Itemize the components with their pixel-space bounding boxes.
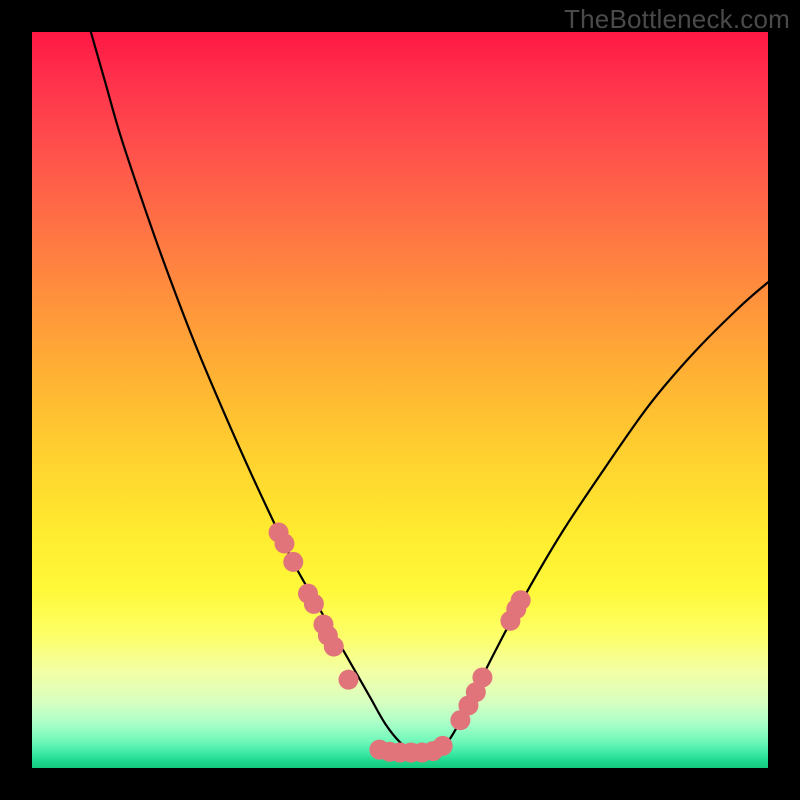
chart-frame: TheBottleneck.com <box>0 0 800 800</box>
data-point <box>511 590 531 610</box>
data-point <box>304 594 324 614</box>
curve-path <box>91 32 768 755</box>
data-point <box>283 552 303 572</box>
data-point <box>472 667 492 687</box>
watermark-text: TheBottleneck.com <box>564 4 790 35</box>
data-point <box>338 670 358 690</box>
data-point <box>433 736 453 756</box>
chart-svg <box>32 32 768 768</box>
data-points <box>269 522 531 762</box>
data-point <box>274 534 294 554</box>
data-point <box>324 637 344 657</box>
plot-area <box>32 32 768 768</box>
